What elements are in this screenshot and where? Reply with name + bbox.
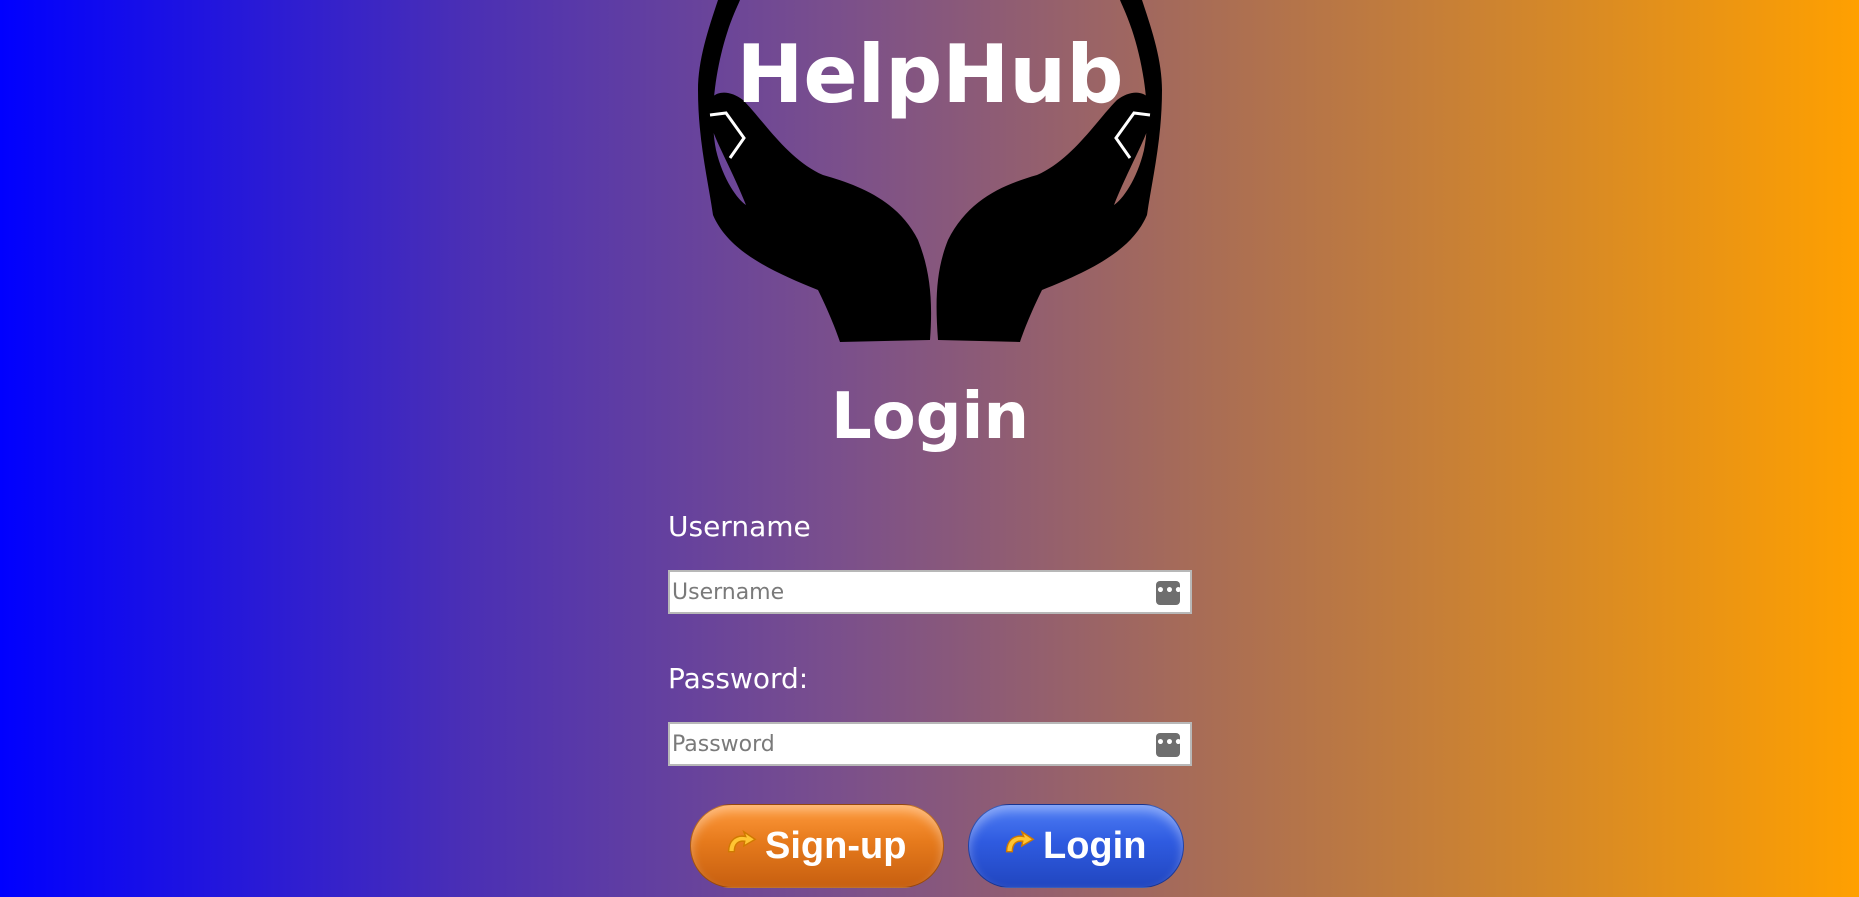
username-input[interactable] [670, 572, 1142, 612]
password-manager-icon[interactable]: ••• [1156, 733, 1183, 757]
login-form: Username ••• Password: ••• [668, 508, 1192, 766]
password-input[interactable] [670, 724, 1142, 764]
password-label: Password: [668, 662, 809, 695]
logo: HelpHub [668, 0, 1192, 342]
password-field-wrapper: ••• [668, 722, 1192, 766]
login-button-label: Login [1043, 824, 1147, 867]
page-title: Login [830, 380, 1030, 454]
app-title: HelpHub [736, 28, 1124, 121]
curved-arrow-icon [1005, 829, 1035, 853]
curved-arrow-icon [727, 829, 757, 853]
signup-button-label: Sign-up [765, 824, 907, 867]
password-manager-icon[interactable]: ••• [1156, 581, 1183, 605]
username-field-wrapper: ••• [668, 570, 1192, 614]
action-buttons: Sign-up Login [690, 804, 1190, 890]
login-button[interactable]: Login [968, 804, 1184, 888]
username-label: Username [668, 510, 811, 543]
signup-button[interactable]: Sign-up [690, 804, 944, 888]
